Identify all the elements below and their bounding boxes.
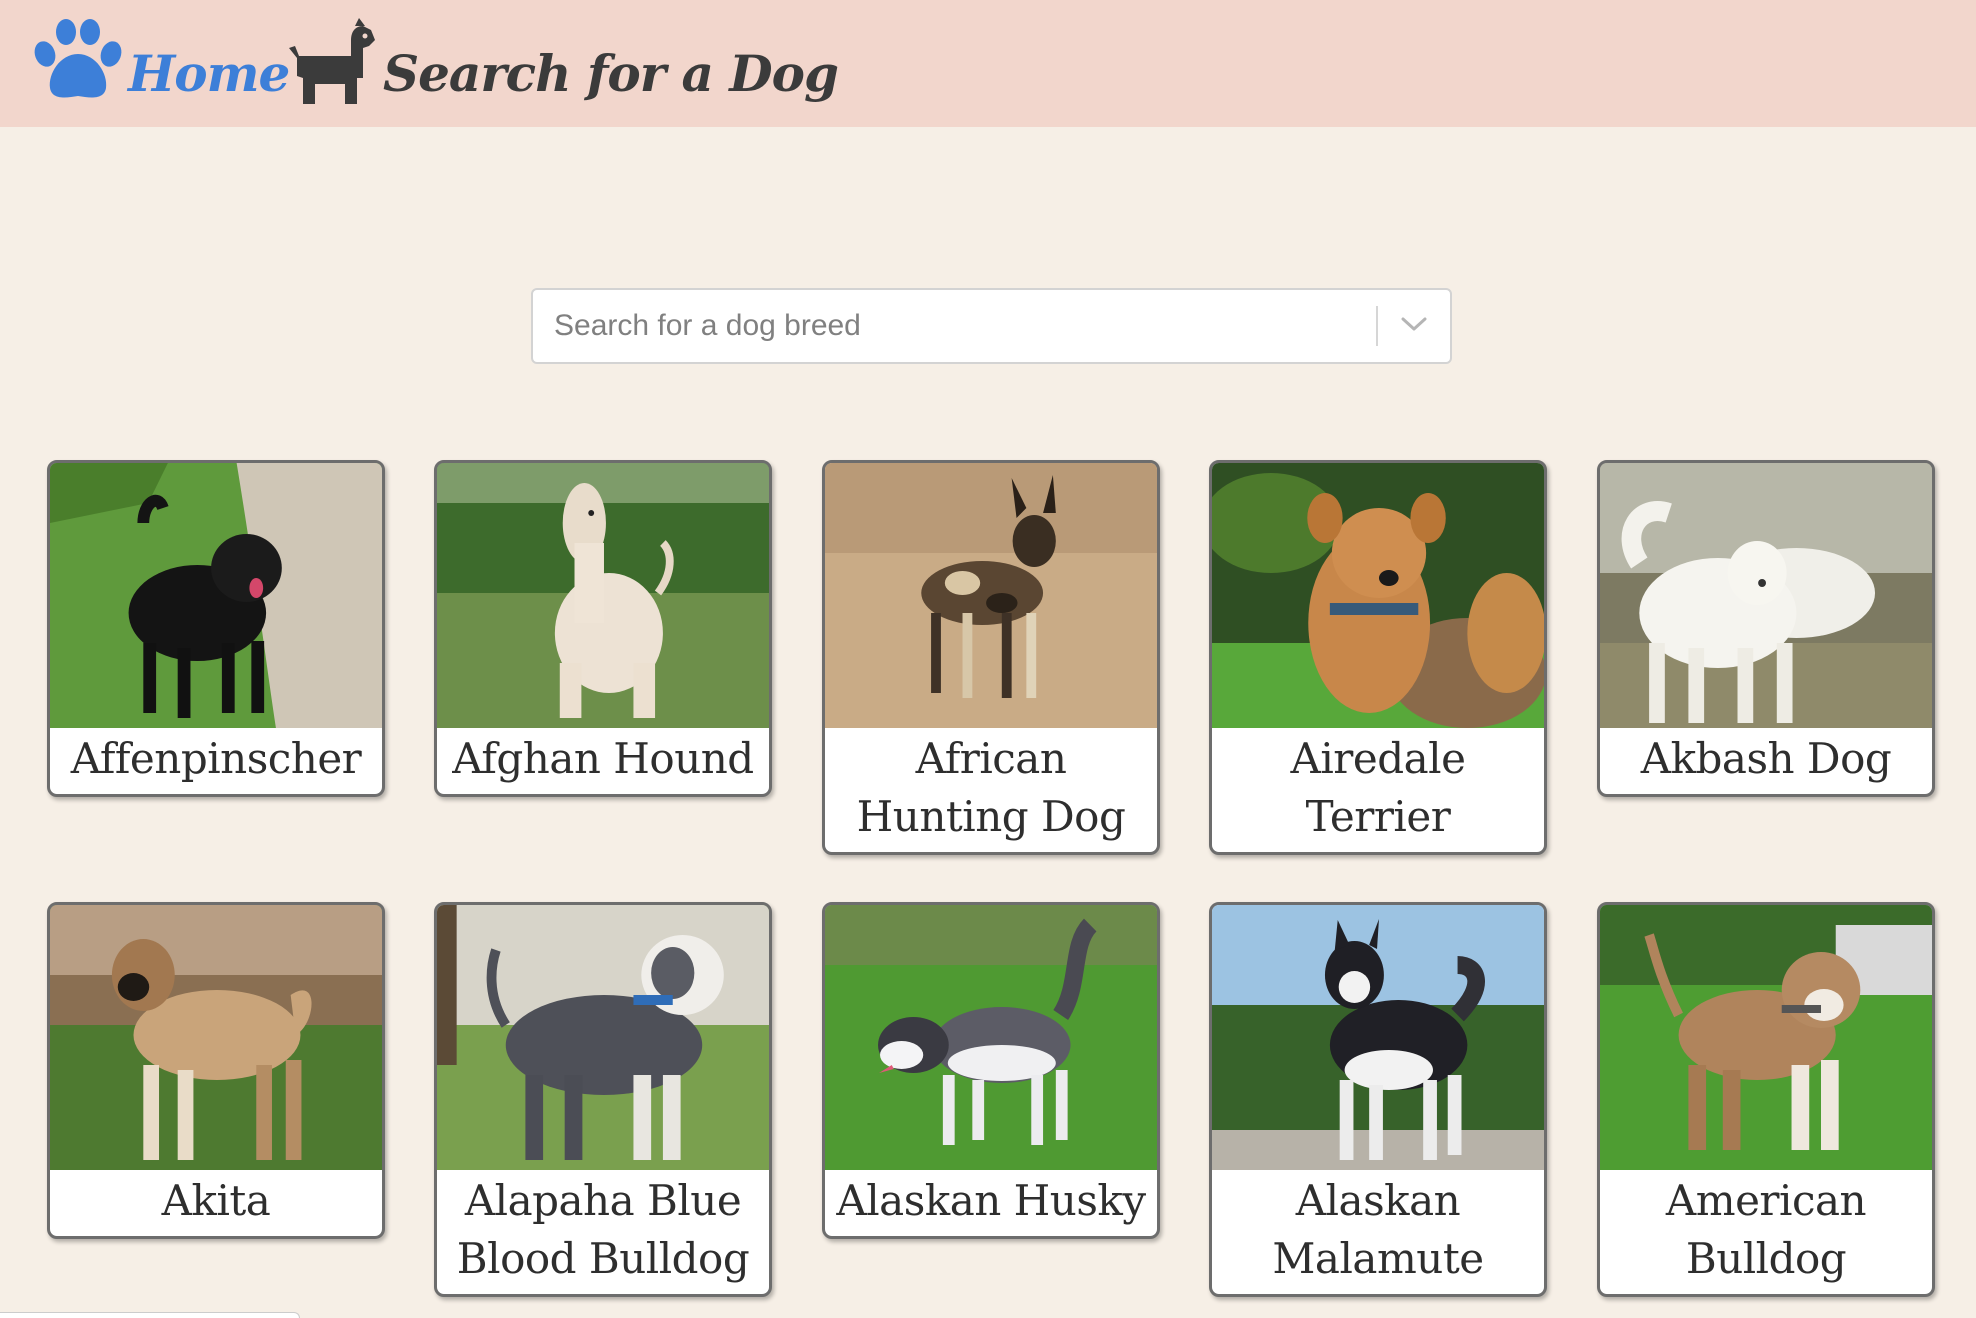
breed-photo-alaskan-malamute [1212, 905, 1544, 1170]
breed-card-akbash-dog[interactable]: Akbash Dog [1597, 460, 1935, 797]
breed-name: Alapaha Blue Blood Bulldog [456, 1176, 750, 1283]
breed-card-alaskan-husky[interactable]: Alaskan Husky [822, 902, 1160, 1239]
nav-search-link[interactable]: Search for a Dog [285, 18, 839, 130]
breed-search-input[interactable] [533, 290, 1376, 362]
breed-card-american-bulldog[interactable]: American Bulldog [1597, 902, 1935, 1297]
breed-photo-akita [50, 905, 382, 1170]
breed-name: Airedale Terrier [1290, 734, 1466, 841]
breed-card-alaskan-malamute[interactable]: Alaskan Malamute [1209, 902, 1547, 1297]
breed-photo-airedale-terrier [1212, 463, 1544, 728]
breed-photo-alapaha-blue-blood-bulldog [437, 905, 769, 1170]
breed-name: Akbash Dog [1640, 734, 1892, 783]
breed-name: African Hunting Dog [856, 734, 1126, 841]
paw-icon [30, 18, 128, 130]
breed-name: Affenpinscher [70, 734, 362, 783]
breed-name: American Bulldog [1665, 1176, 1867, 1283]
dog-icon [285, 18, 383, 130]
breed-card-affenpinscher[interactable]: Affenpinscher [47, 460, 385, 797]
dropdown-toggle[interactable] [1378, 290, 1450, 362]
nav-search-label: Search for a Dog [383, 44, 839, 103]
breed-card-alapaha-blue-blood-bulldog[interactable]: Alapaha Blue Blood Bulldog [434, 902, 772, 1297]
breed-photo-african-hunting-dog [825, 463, 1157, 728]
breed-photo-american-bulldog [1600, 905, 1932, 1170]
breed-photo-akbash-dog [1600, 463, 1932, 728]
nav-home-label: Home [128, 44, 290, 103]
nav-home-link[interactable]: Home [30, 18, 290, 130]
breed-photo-alaskan-husky [825, 905, 1157, 1170]
breed-name: Akita [161, 1176, 271, 1225]
navbar: Home Search for a Dog [0, 0, 1976, 127]
breed-card-akita[interactable]: Akita [47, 902, 385, 1239]
breed-card-african-hunting-dog[interactable]: African Hunting Dog [822, 460, 1160, 855]
breed-card-afghan-hound[interactable]: Afghan Hound [434, 460, 772, 797]
bottom-edge-panel [0, 1312, 300, 1318]
breed-name: Alaskan Husky [836, 1176, 1146, 1225]
breed-name: Alaskan Malamute [1272, 1176, 1484, 1283]
breed-search-select[interactable] [531, 288, 1452, 364]
breed-card-airedale-terrier[interactable]: Airedale Terrier [1209, 460, 1547, 855]
breed-photo-affenpinscher [50, 463, 382, 728]
chevron-down-icon [1401, 316, 1427, 336]
breed-photo-afghan-hound [437, 463, 769, 728]
breed-name: Afghan Hound [452, 734, 754, 783]
